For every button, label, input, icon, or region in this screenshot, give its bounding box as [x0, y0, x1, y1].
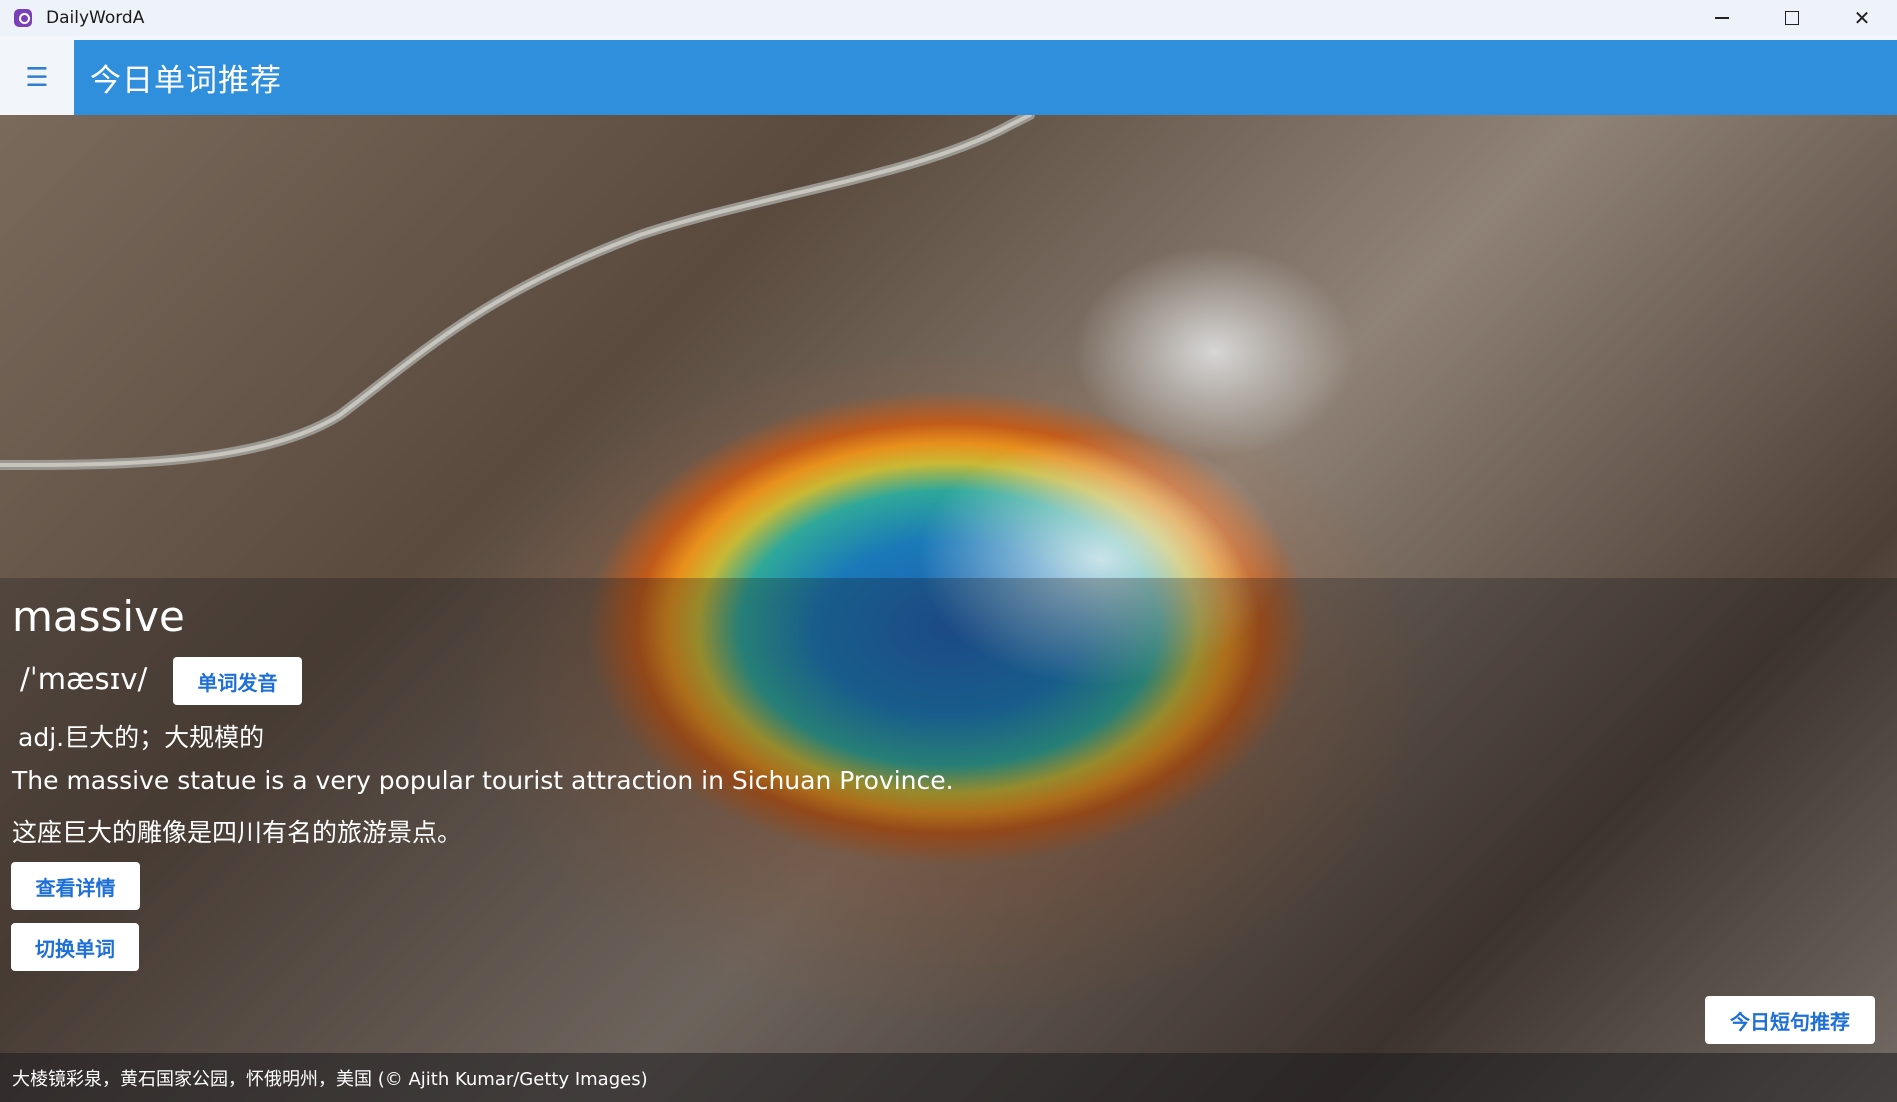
app-header: ☰ 今日单词推荐 — [0, 40, 1897, 115]
minimize-button[interactable] — [1687, 0, 1757, 36]
app-logo-icon — [14, 9, 32, 27]
close-icon: ✕ — [1853, 6, 1871, 30]
hamburger-icon: ☰ — [25, 62, 49, 93]
boardwalk-path — [0, 115, 1035, 470]
image-caption: 大棱镜彩泉，黄石国家公园，怀俄明州，美国 (© Ajith Kumar/Gett… — [12, 1069, 648, 1090]
word-text: massive — [12, 592, 185, 641]
header-bar: 今日单词推荐 — [74, 40, 1897, 115]
background-photo: massive /ˈmæsɪv/ 单词发音 adj.巨大的；大规模的 The m… — [0, 115, 1897, 1102]
word-phonetic: /ˈmæsɪv/ — [20, 662, 148, 696]
maximize-button[interactable] — [1757, 0, 1827, 36]
menu-button[interactable]: ☰ — [0, 40, 74, 115]
close-button[interactable]: ✕ — [1827, 0, 1897, 36]
switch-word-button[interactable]: 切换单词 — [11, 923, 139, 971]
minimize-icon — [1715, 17, 1729, 19]
window-title: DailyWordA — [46, 8, 145, 28]
example-sentence-chinese: 这座巨大的雕像是四川有名的旅游景点。 — [12, 818, 463, 847]
image-caption-bar: 大棱镜彩泉，黄石国家公园，怀俄明州，美国 (© Ajith Kumar/Gett… — [0, 1053, 1897, 1102]
window-titlebar: DailyWordA ✕ — [0, 0, 1897, 36]
example-sentence-english: The massive statue is a very popular tou… — [12, 766, 954, 795]
view-details-button[interactable]: 查看详情 — [11, 862, 140, 910]
window-controls: ✕ — [1687, 0, 1897, 36]
pronounce-button[interactable]: 单词发音 — [173, 657, 302, 705]
daily-sentence-button[interactable]: 今日短句推荐 — [1705, 996, 1875, 1044]
maximize-icon — [1785, 11, 1799, 25]
page-title: 今日单词推荐 — [90, 63, 282, 99]
word-definition: adj.巨大的；大规模的 — [18, 723, 265, 752]
